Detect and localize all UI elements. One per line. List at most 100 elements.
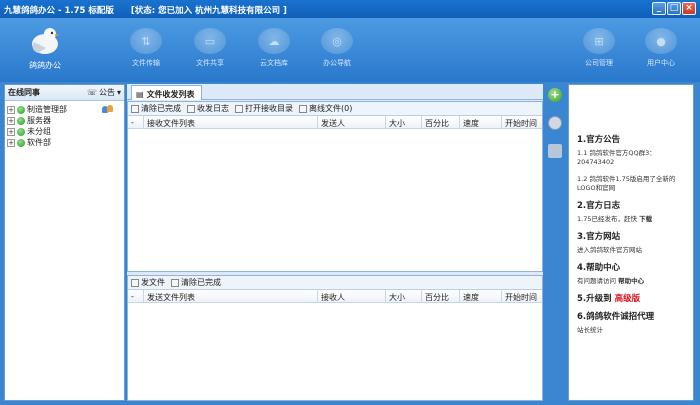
tab-file-list[interactable]: ▤ 文件收发列表: [131, 85, 202, 100]
tool-label: 办公导航: [323, 59, 351, 67]
expand-icon[interactable]: +: [7, 116, 15, 125]
announcement-text: 1.2 鸽鸽软件1.75版启用了全新的LOGO和官网: [577, 175, 676, 192]
main-toolbar: 鸽鸽办公 ⇅ 文件传输 ▭ 文件共享 ☁ 云文档库 ◎ 办公导航 ⊞ 公司管理 …: [0, 18, 700, 82]
expand-icon[interactable]: +: [7, 105, 15, 114]
column-header[interactable]: 百分比: [422, 290, 460, 302]
tool-label: 文件共享: [196, 59, 224, 67]
column-header[interactable]: 开始时间: [502, 290, 542, 302]
tab-label: 文件收发列表: [146, 89, 195, 99]
window-controls: _ □ ×: [652, 2, 696, 15]
announcement-dropdown[interactable]: ☏ 公告 ▾: [87, 87, 121, 98]
tree-item[interactable]: + 服务器: [7, 115, 122, 126]
announcement-text: 1.1 鸽鸽软件官方QQ群3：204743402: [577, 149, 656, 166]
section-title: 4.帮助中心: [577, 263, 621, 273]
action-label: 收发日志: [197, 104, 229, 113]
clear-icon: [131, 104, 139, 113]
column-header[interactable]: 大小: [386, 116, 422, 128]
maximize-button[interactable]: □: [667, 2, 681, 15]
column-header[interactable]: 大小: [386, 290, 422, 302]
expand-icon[interactable]: +: [7, 138, 15, 147]
user-center-button[interactable]: ● 用户中心: [636, 28, 686, 68]
receive-pane: 清除已完成 收发日志 打开接收目录 离线文件(0) - 接收文件列表 发送人 大…: [127, 101, 543, 272]
tree-item[interactable]: + 未分组: [7, 126, 122, 137]
send-file-button[interactable]: 发文件: [131, 277, 165, 288]
send-table-header: - 发送文件列表 接收人 大小 百分比 速度 开始时间: [128, 290, 542, 303]
send-actions: 发文件 清除已完成: [128, 276, 542, 290]
office-nav-icon: ◎: [321, 28, 353, 54]
brand-logo: 鸽鸽办公: [20, 24, 70, 71]
clear-completed-send-button[interactable]: 清除已完成: [171, 277, 221, 288]
switch-icon[interactable]: [548, 144, 562, 158]
tree-item[interactable]: + 制造管理部: [7, 104, 122, 115]
group-icon: [17, 127, 25, 136]
help-center-link[interactable]: 帮助中心: [618, 277, 644, 285]
tool-label: 公司管理: [585, 59, 613, 67]
offline-file-icon: [299, 104, 307, 113]
action-label: 发文件: [141, 278, 165, 287]
website-link[interactable]: 进入鸽鸽软件官方网站: [577, 246, 688, 255]
section-title: 3.官方网站: [577, 232, 621, 242]
file-share-button[interactable]: ▭ 文件共享: [185, 28, 235, 68]
expand-icon[interactable]: +: [7, 127, 15, 136]
close-button[interactable]: ×: [682, 2, 696, 15]
user-icon: ●: [645, 28, 677, 54]
clear-completed-button[interactable]: 清除已完成: [131, 103, 181, 114]
action-label: 清除已完成: [181, 278, 221, 287]
news-panel: 1.官方公告 1.1 鸽鸽软件官方QQ群3：204743402 1.2 鸽鸽软件…: [568, 84, 694, 401]
pigeon-logo-icon: [28, 24, 62, 56]
open-receive-dir-button[interactable]: 打开接收目录: [235, 103, 293, 114]
action-label: 打开接收目录: [245, 104, 293, 113]
send-pane: 发文件 清除已完成 - 发送文件列表 接收人 大小 百分比 速度 开始时间: [127, 275, 543, 401]
cloud-docs-button[interactable]: ☁ 云文档库: [249, 28, 299, 68]
tree-item-label: 制造管理部: [27, 105, 67, 114]
tree-item[interactable]: + 软件部: [7, 137, 122, 148]
help-text: 有问题请访问 帮助中心: [577, 277, 688, 286]
column-header[interactable]: 发送人: [318, 116, 386, 128]
column-header[interactable]: 速度: [460, 116, 502, 128]
stats-link[interactable]: 站长统计: [577, 326, 688, 335]
section-title: 1.官方公告: [577, 135, 621, 145]
minimize-button[interactable]: _: [652, 2, 666, 15]
brand-name: 鸽鸽办公: [29, 61, 61, 70]
tool-label: 云文档库: [260, 59, 288, 67]
panel-header: 在线同事 ☏ 公告 ▾: [5, 85, 124, 101]
file-transfer-button[interactable]: ⇅ 文件传输: [121, 28, 171, 68]
colleague-tree: + 制造管理部 + 服务器 + 未分组 + 软件部: [5, 101, 124, 151]
column-header[interactable]: 发送文件列表: [144, 290, 318, 302]
company-manage-button[interactable]: ⊞ 公司管理: [574, 28, 624, 68]
folder-icon: [235, 104, 243, 113]
log-icon: [187, 104, 195, 113]
transfer-log-button[interactable]: 收发日志: [187, 103, 229, 114]
file-transfer-area: ▤ 文件收发列表 清除已完成 收发日志 打开接收目录 离线文件(0) - 接收文…: [127, 84, 543, 401]
column-header[interactable]: 接收人: [318, 290, 386, 302]
send-icon: [131, 278, 139, 287]
action-label: 清除已完成: [141, 104, 181, 113]
column-header[interactable]: -: [128, 290, 144, 302]
file-list-icon: ▤: [136, 89, 144, 99]
column-header[interactable]: 开始时间: [502, 116, 542, 128]
column-header[interactable]: 接收文件列表: [144, 116, 318, 128]
file-share-icon: ▭: [194, 28, 226, 54]
section-title: 2.官方日志: [577, 201, 621, 211]
group-icon: [17, 138, 25, 147]
org-chart-icon: ⊞: [583, 28, 615, 54]
office-nav-button[interactable]: ◎ 办公导航: [312, 28, 362, 68]
tree-item-label: 软件部: [27, 138, 51, 147]
log-text: 1.75已经发布，赶快 下载: [577, 215, 688, 224]
add-icon[interactable]: +: [548, 88, 562, 102]
download-link[interactable]: 下载: [639, 215, 652, 223]
column-header[interactable]: -: [128, 116, 144, 128]
help-message: 有问题请访问: [577, 277, 616, 285]
settings-icon[interactable]: [548, 116, 562, 130]
online-colleagues-panel: 在线同事 ☏ 公告 ▾ + 制造管理部 + 服务器 + 未分组 + 软件部: [4, 84, 125, 401]
side-actions: +: [544, 84, 566, 401]
offline-files-button[interactable]: 离线文件(0): [299, 103, 352, 114]
panel-title: 在线同事: [8, 88, 40, 97]
column-header[interactable]: 速度: [460, 290, 502, 302]
upgrade-link[interactable]: 高级版: [615, 294, 641, 304]
cloud-docs-icon: ☁: [258, 28, 290, 54]
column-header[interactable]: 百分比: [422, 116, 460, 128]
clear-icon: [171, 278, 179, 287]
announcement-label: 公告: [98, 88, 115, 97]
announcement-icon: ☏: [86, 88, 97, 97]
